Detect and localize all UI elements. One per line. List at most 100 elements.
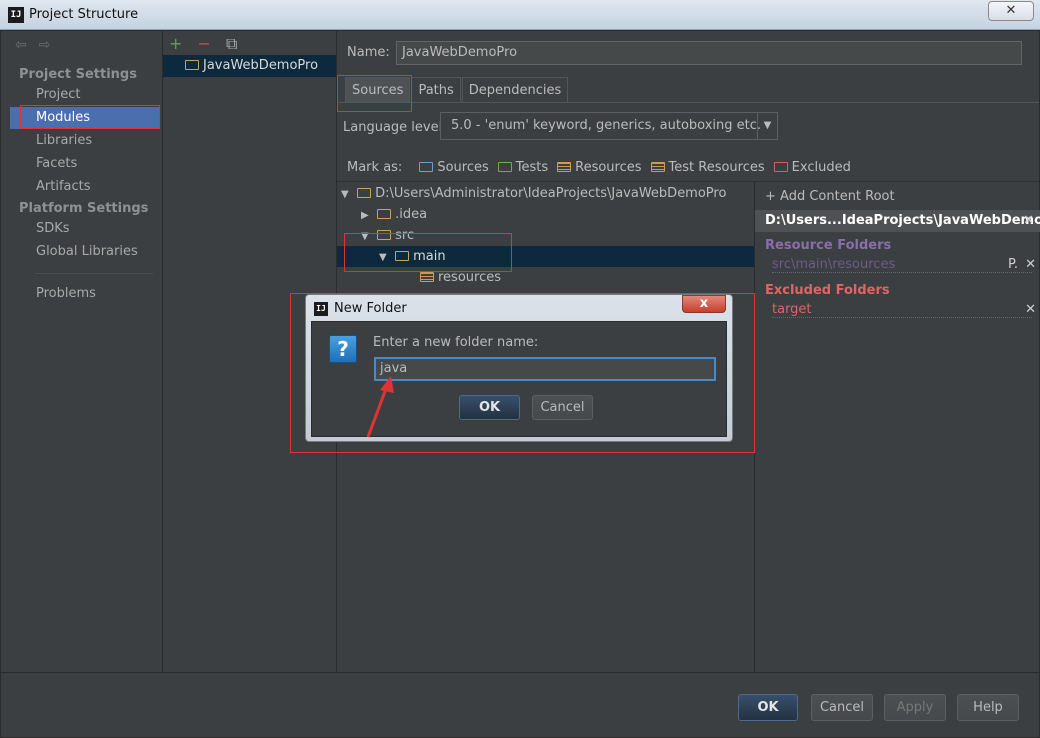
- tree-node-idea[interactable]: ▶ .idea: [337, 204, 754, 225]
- nav-item-sdks[interactable]: SDKs: [10, 218, 160, 240]
- nav-item-project[interactable]: Project: [10, 84, 160, 106]
- mark-excluded-button[interactable]: Excluded: [773, 160, 851, 175]
- language-level-select[interactable]: 5.0 - 'enum' keyword, generics, autoboxi…: [440, 112, 778, 140]
- cancel-button[interactable]: Cancel: [811, 694, 873, 721]
- mark-test-resources-button[interactable]: Test Resources: [650, 160, 765, 175]
- mark-test-resources-label: Test Resources: [668, 160, 765, 175]
- dialog-footer: OK Cancel Apply Help: [1, 672, 1039, 738]
- tree-node-resources[interactable]: resources: [337, 267, 754, 288]
- tree-node-label: D:\Users\Administrator\IdeaProjects\Java…: [375, 186, 727, 201]
- module-item[interactable]: JavaWebDemoPro: [163, 55, 336, 77]
- mark-sources-label: Sources: [437, 160, 489, 175]
- arrow-right-icon[interactable]: ⇨: [39, 37, 51, 53]
- dialog-ok-button[interactable]: OK: [459, 395, 520, 420]
- mark-tests-label: Tests: [515, 160, 549, 175]
- tree-node-label: src: [395, 228, 415, 243]
- question-icon: ?: [329, 335, 357, 363]
- mark-as-bar: Mark as: Sources Tests Resources Test Re…: [347, 160, 851, 175]
- nav-item-problems[interactable]: Problems: [10, 283, 160, 305]
- excluded-folders-header: Excluded Folders: [765, 283, 890, 298]
- language-level-label: Language level:: [343, 120, 447, 135]
- test-resources-folder-icon: [650, 162, 665, 172]
- content-root-panel: + Add Content Root D:\Users...IdeaProjec…: [754, 181, 1040, 672]
- arrow-left-icon[interactable]: ⇦: [15, 37, 27, 53]
- add-icon[interactable]: +: [169, 34, 182, 53]
- window-close-button[interactable]: ✕: [988, 1, 1034, 21]
- folder-icon: [377, 209, 392, 219]
- copy-icon[interactable]: ⧉: [226, 34, 237, 53]
- nav-item-facets[interactable]: Facets: [10, 153, 160, 175]
- sources-folder-icon: [419, 162, 434, 172]
- folder-icon: [377, 230, 392, 240]
- mark-as-label: Mark as:: [347, 160, 403, 175]
- new-folder-prompt: Enter a new folder name:: [373, 335, 539, 350]
- close-icon[interactable]: x: [682, 295, 726, 313]
- tab-dependencies[interactable]: Dependencies: [461, 77, 569, 102]
- tab-sources[interactable]: Sources: [345, 77, 411, 102]
- nav-item-artifacts[interactable]: Artifacts: [10, 176, 160, 198]
- window-titlebar: IJ Project Structure ✕: [0, 0, 1040, 30]
- tree-node-root[interactable]: ▼ D:\Users\Administrator\IdeaProjects\Ja…: [337, 183, 754, 204]
- tree-node-src[interactable]: ▼ src: [337, 225, 754, 246]
- annotation-arrow-icon: [366, 376, 394, 438]
- ok-button[interactable]: OK: [738, 694, 798, 721]
- resource-folders-header: Resource Folders: [765, 238, 892, 253]
- expand-down-icon[interactable]: ▼: [379, 247, 391, 268]
- window-title: Project Structure: [29, 7, 139, 22]
- module-tabs: Sources Paths Dependencies: [345, 77, 569, 103]
- mark-excluded-label: Excluded: [791, 160, 851, 175]
- folder-name-input[interactable]: java: [374, 357, 716, 381]
- apply-button[interactable]: Apply: [884, 694, 946, 721]
- mark-tests-button[interactable]: Tests: [497, 160, 549, 175]
- chevron-down-icon[interactable]: ▼: [757, 113, 777, 139]
- close-icon[interactable]: ✕: [1025, 257, 1036, 272]
- tree-node-label: main: [413, 249, 446, 264]
- project-settings-header: Project Settings: [19, 67, 137, 82]
- language-level-value: 5.0 - 'enum' keyword, generics, autoboxi…: [451, 118, 762, 133]
- remove-icon[interactable]: −: [198, 34, 211, 53]
- tree-node-label: resources: [438, 270, 502, 285]
- module-folder-icon: [185, 60, 199, 70]
- nav-item-modules[interactable]: Modules: [10, 107, 160, 129]
- mark-resources-button[interactable]: Resources: [557, 160, 642, 175]
- nav-item-libraries[interactable]: Libraries: [10, 130, 160, 152]
- tree-node-main[interactable]: ▼ main: [337, 246, 754, 267]
- mark-sources-button[interactable]: Sources: [419, 160, 489, 175]
- expand-down-icon[interactable]: ▼: [341, 184, 353, 205]
- intellij-icon: IJ: [8, 7, 24, 23]
- nav-arrows: ⇦ ⇨: [15, 37, 62, 53]
- dialog-cancel-button[interactable]: Cancel: [532, 395, 593, 420]
- resources-folder-icon: [557, 162, 572, 172]
- add-content-root-button[interactable]: + Add Content Root: [765, 189, 895, 204]
- folder-icon: [357, 188, 372, 198]
- resource-folder-entry: src\main\resources P. ✕: [772, 257, 1036, 273]
- intellij-icon: IJ: [314, 302, 328, 316]
- properties-icon[interactable]: P.: [1008, 257, 1018, 272]
- resources-folder-icon: [420, 272, 434, 282]
- modules-toolbar: + − ⧉: [169, 34, 237, 54]
- expand-down-icon[interactable]: ▼: [361, 226, 373, 247]
- excluded-folder-path: target: [772, 302, 812, 317]
- close-icon[interactable]: ✕: [1025, 302, 1036, 317]
- platform-settings-header: Platform Settings: [19, 201, 149, 216]
- name-label: Name:: [347, 45, 390, 60]
- folder-icon: [395, 251, 410, 261]
- module-item-label: JavaWebDemoPro: [203, 58, 319, 73]
- mark-resources-label: Resources: [575, 160, 642, 175]
- module-name-input[interactable]: JavaWebDemoPro: [396, 41, 1022, 65]
- new-folder-title: New Folder: [334, 301, 407, 316]
- tests-folder-icon: [497, 162, 512, 172]
- content-root-path: D:\Users...IdeaProjects\JavaWebDemoPro ✕: [755, 210, 1040, 232]
- nav-item-global-libraries[interactable]: Global Libraries: [10, 241, 160, 263]
- resource-folder-path: src\main\resources: [772, 257, 896, 272]
- help-button[interactable]: Help: [957, 694, 1019, 721]
- tab-divider: [337, 102, 1039, 103]
- excluded-folder-entry: target ✕: [772, 302, 1036, 318]
- settings-nav: ⇦ ⇨ Project Settings Project Modules Libr…: [9, 31, 163, 672]
- tree-node-label: .idea: [395, 207, 428, 222]
- expand-right-icon[interactable]: ▶: [361, 205, 373, 226]
- close-icon[interactable]: ✕: [1023, 210, 1034, 232]
- content-root-path-label: D:\Users...IdeaProjects\JavaWebDemoPro: [765, 213, 1040, 228]
- excluded-folder-icon: [773, 162, 788, 172]
- tab-paths[interactable]: Paths: [411, 77, 461, 102]
